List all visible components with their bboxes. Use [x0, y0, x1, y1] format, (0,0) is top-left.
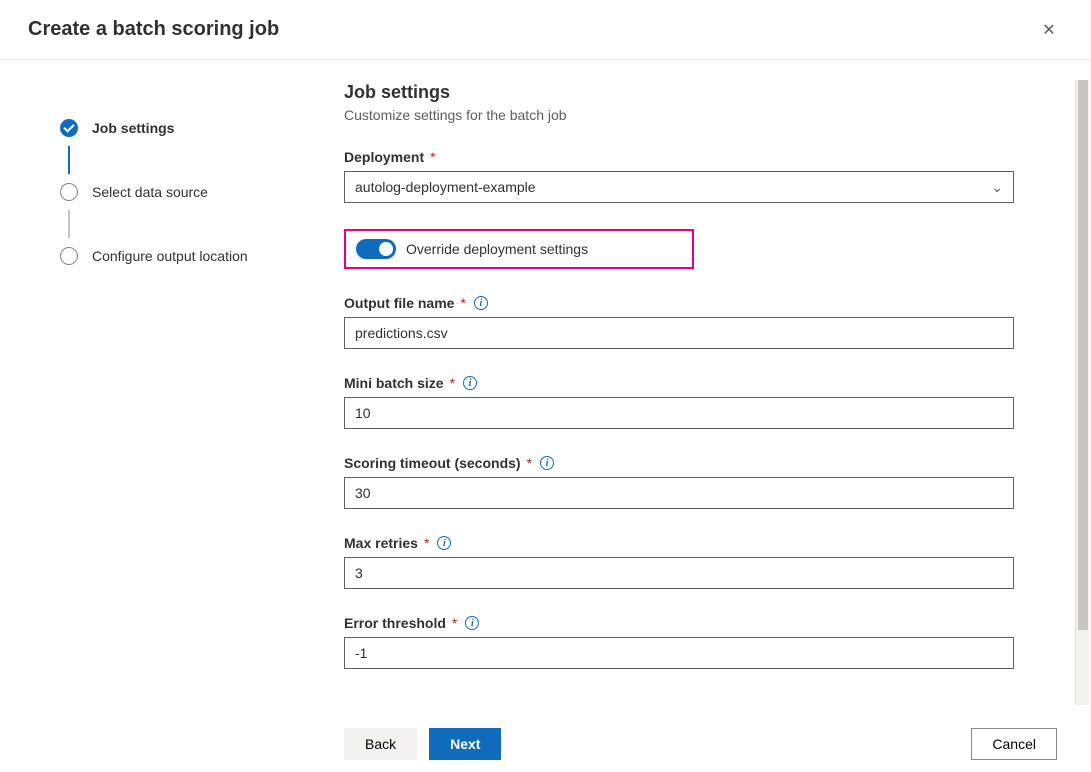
mini-batch-label: Mini batch size * i [344, 375, 1063, 391]
retries-input[interactable] [344, 557, 1014, 589]
step-label: Configure output location [92, 248, 248, 264]
scrollbar[interactable] [1075, 80, 1089, 705]
back-button[interactable]: Back [344, 728, 417, 760]
info-icon[interactable]: i [540, 456, 554, 470]
create-batch-scoring-dialog: Create a batch scoring job ✕ Job setting… [0, 0, 1091, 772]
deployment-select[interactable]: autolog-deployment-example ⌄ [344, 171, 1014, 203]
override-toggle[interactable] [356, 239, 396, 259]
output-file-input[interactable] [344, 317, 1014, 349]
main-panel: Job settings Customize settings for the … [320, 60, 1091, 717]
dialog-title: Create a batch scoring job [28, 18, 279, 41]
error-threshold-input[interactable] [344, 637, 1014, 669]
step-connector [68, 146, 70, 174]
field-retries: Max retries * i [344, 535, 1063, 589]
required-marker: * [424, 535, 429, 551]
deployment-label: Deployment * [344, 149, 1063, 165]
step-connector [68, 210, 70, 238]
info-icon[interactable]: i [463, 376, 477, 390]
mini-batch-input[interactable] [344, 397, 1014, 429]
label-text: Output file name [344, 295, 454, 311]
body: Job settings Select data source Configur… [0, 60, 1091, 717]
override-highlight: Override deployment settings [344, 229, 694, 269]
required-marker: * [430, 149, 435, 165]
error-threshold-label: Error threshold * i [344, 615, 1063, 631]
retries-label: Max retries * i [344, 535, 1063, 551]
close-icon: ✕ [1042, 20, 1055, 40]
cancel-button[interactable]: Cancel [971, 728, 1057, 760]
required-marker: * [450, 375, 455, 391]
required-marker: * [527, 455, 532, 471]
field-deployment: Deployment * autolog-deployment-example … [344, 149, 1063, 203]
step-label: Select data source [92, 184, 208, 200]
close-button[interactable]: ✕ [1033, 14, 1065, 46]
check-icon [60, 119, 78, 137]
field-timeout: Scoring timeout (seconds) * i [344, 455, 1063, 509]
sidebar-step-job-settings[interactable]: Job settings [60, 110, 296, 146]
sidebar: Job settings Select data source Configur… [0, 60, 320, 717]
field-override: Override deployment settings [344, 229, 1063, 269]
required-marker: * [452, 615, 457, 631]
output-file-label: Output file name * i [344, 295, 1063, 311]
sidebar-step-configure-output[interactable]: Configure output location [60, 238, 296, 274]
required-marker: * [460, 295, 465, 311]
circle-icon [60, 247, 78, 265]
field-error-threshold: Error threshold * i [344, 615, 1063, 669]
step-label: Job settings [92, 120, 174, 136]
timeout-input[interactable] [344, 477, 1014, 509]
deployment-value: autolog-deployment-example [355, 179, 536, 195]
field-output-file: Output file name * i [344, 295, 1063, 349]
label-text: Mini batch size [344, 375, 444, 391]
override-label: Override deployment settings [406, 241, 588, 257]
timeout-label: Scoring timeout (seconds) * i [344, 455, 1063, 471]
titlebar: Create a batch scoring job ✕ [0, 0, 1091, 60]
label-text: Deployment [344, 149, 424, 165]
label-text: Scoring timeout (seconds) [344, 455, 521, 471]
sidebar-step-select-data-source[interactable]: Select data source [60, 174, 296, 210]
section-subtitle: Customize settings for the batch job [344, 107, 1063, 123]
info-icon[interactable]: i [465, 616, 479, 630]
chevron-down-icon: ⌄ [991, 179, 1003, 196]
footer-left: Back Next [344, 728, 501, 760]
section-title: Job settings [344, 82, 1063, 103]
next-button[interactable]: Next [429, 728, 501, 760]
circle-icon [60, 183, 78, 201]
scrollbar-thumb[interactable] [1078, 80, 1088, 630]
label-text: Error threshold [344, 615, 446, 631]
field-mini-batch: Mini batch size * i [344, 375, 1063, 429]
info-icon[interactable]: i [437, 536, 451, 550]
info-icon[interactable]: i [474, 296, 488, 310]
label-text: Max retries [344, 535, 418, 551]
footer: Back Next Cancel [0, 717, 1091, 771]
